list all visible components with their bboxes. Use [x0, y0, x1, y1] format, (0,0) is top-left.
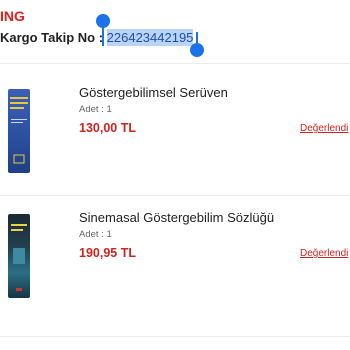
cargo-label: Kargo Takip No :: [0, 30, 107, 45]
item-divider: [0, 195, 350, 196]
product-quantity: Adet : 1: [79, 104, 112, 115]
review-link[interactable]: Değerlendi: [300, 248, 348, 259]
order-item: Sinemasal Göstergebilim Sözlüğü Adet : 1…: [0, 200, 350, 315]
book-cover-art: [11, 224, 27, 291]
product-title[interactable]: Göstergebilimsel Serüven: [79, 85, 228, 100]
cargo-number[interactable]: 226423442195: [106, 29, 194, 46]
order-item: Göstergebilimsel Serüven Adet : 1 130,00…: [0, 75, 350, 190]
section-divider: [0, 63, 350, 64]
product-price: 190,95 TL: [79, 246, 136, 260]
selection-handle-end[interactable]: [190, 43, 204, 57]
product-title[interactable]: Sinemasal Göstergebilim Sözlüğü: [79, 210, 274, 225]
order-status: ING: [0, 8, 25, 24]
book-cover-image[interactable]: [8, 89, 30, 173]
product-price: 130,00 TL: [79, 121, 136, 135]
review-link[interactable]: Değerlendi: [300, 123, 348, 134]
product-quantity: Adet : 1: [79, 229, 112, 240]
cargo-tracking: Kargo Takip No : 226423442195: [0, 29, 194, 46]
book-cover-image[interactable]: [8, 214, 30, 298]
selection-handle-start[interactable]: [96, 14, 110, 28]
book-cover-art: [10, 97, 28, 164]
bottom-divider: [0, 336, 350, 337]
